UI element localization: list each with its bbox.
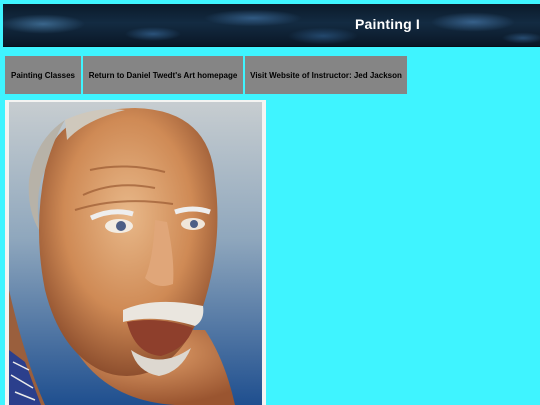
page-title: Painting I [355,16,420,32]
painting-image [5,100,266,405]
portrait-painting [9,102,262,405]
nav-button-homepage[interactable]: Return to Daniel Twedt's Art homepage [83,56,245,94]
nav-button-painting-classes[interactable]: Painting Classes [5,56,83,94]
nav-button-instructor-website[interactable]: Visit Website of Instructor: Jed Jackson [245,56,409,94]
page-banner: Painting I [3,4,540,47]
nav-bar: Painting Classes Return to Daniel Twedt'… [5,56,409,94]
